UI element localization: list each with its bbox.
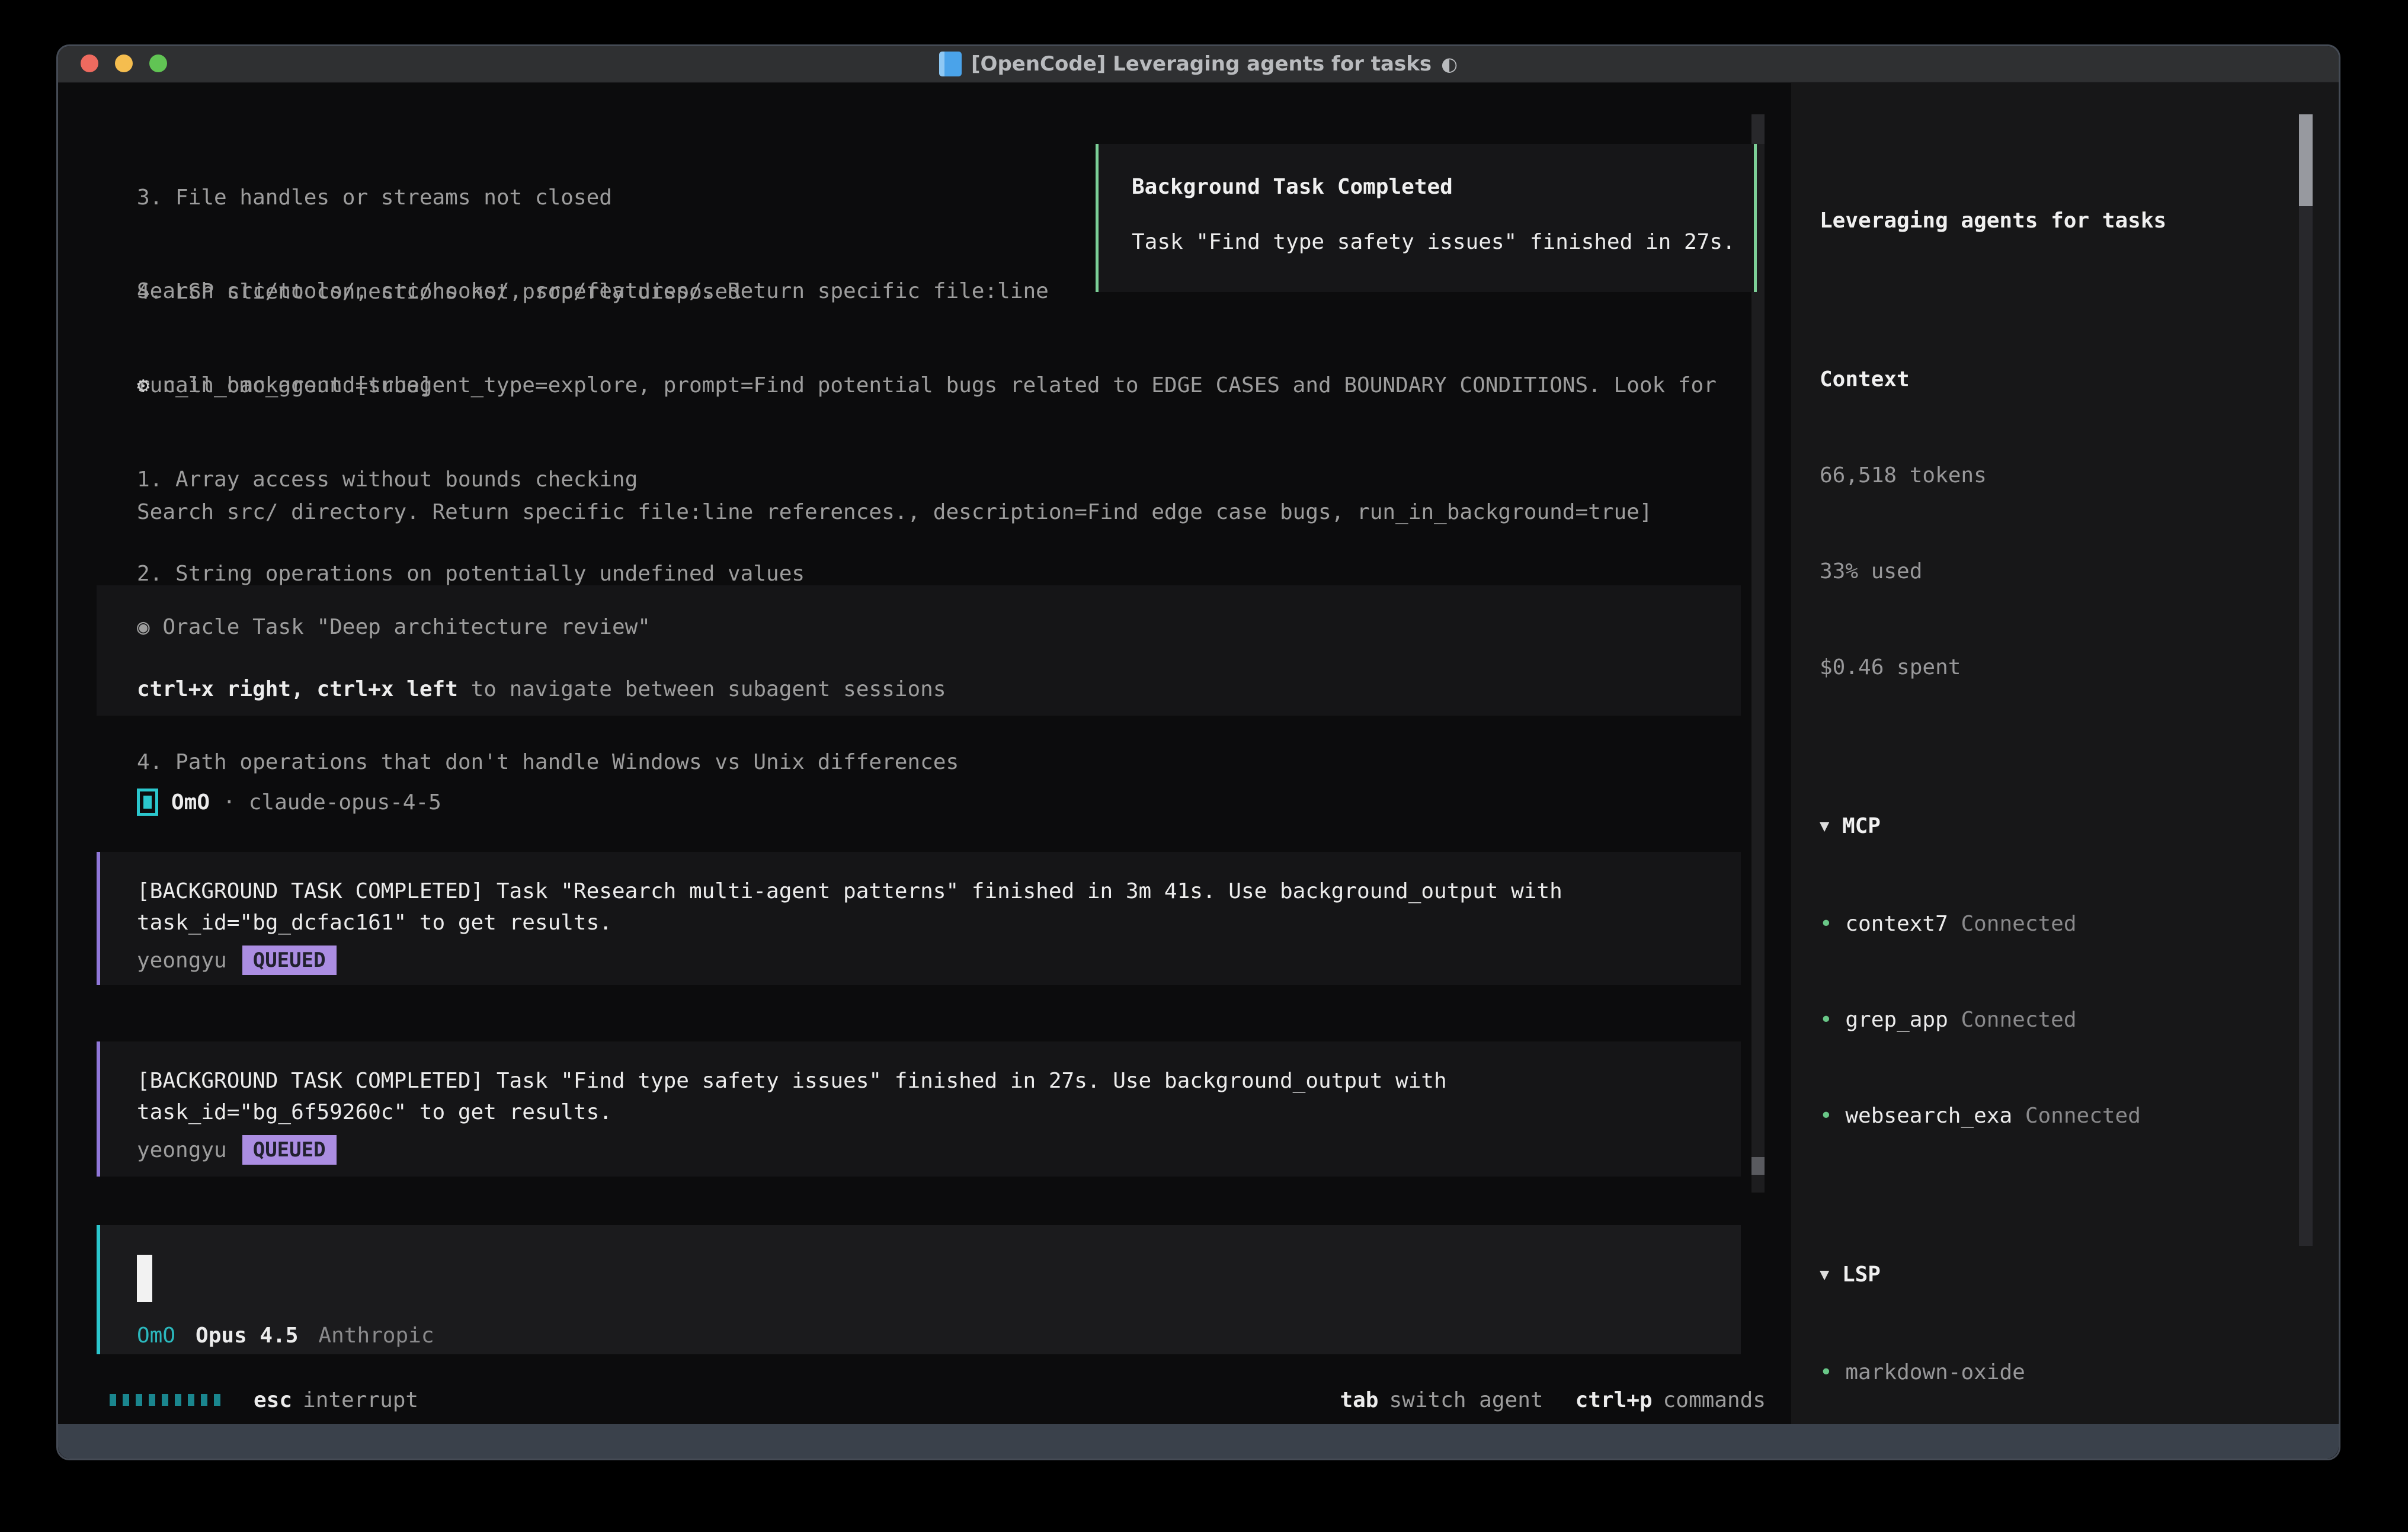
status-bar: esc interrupt tab switch agent ctrl+p co… xyxy=(110,1386,1766,1414)
record-icon: ◉ xyxy=(137,615,150,639)
bullet-icon: • xyxy=(1820,912,1833,936)
background-task-message: [BACKGROUND TASK COMPLETED] Task "Find t… xyxy=(97,1041,1741,1177)
window-title-text: [OpenCode] Leveraging agents for tasks xyxy=(971,52,1432,76)
transcript-line: 3. File handles or streams not closed xyxy=(137,182,741,213)
agent-header-row: OmO · claude-opus-4-5 xyxy=(137,789,441,816)
transcript-line: Search src/tools/, src/hooks/, src/featu… xyxy=(137,275,1049,307)
collapse-triangle-icon: ▼ xyxy=(1820,810,1829,842)
session-title: Leveraging agents for tasks xyxy=(1820,205,2311,237)
window-bottom-edge xyxy=(58,1424,2339,1459)
mcp-section-header[interactable]: ▼ MCP xyxy=(1820,810,2311,844)
sidebar-scrollbar-thumb[interactable] xyxy=(2299,114,2313,206)
mcp-item: • context7 Connected xyxy=(1820,908,2311,940)
lsp-item: • markdown-oxide xyxy=(1820,1357,2311,1389)
app-window: [OpenCode] Leveraging agents for tasks ◐… xyxy=(56,44,2340,1460)
prompt-input[interactable]: OmO Opus 4.5 Anthropic xyxy=(97,1225,1741,1354)
background-task-message: [BACKGROUND TASK COMPLETED] Task "Resear… xyxy=(97,852,1741,985)
shortcut-ctrl-x-right: ctrl+x right, xyxy=(137,677,304,701)
tool-call-item: 1. Array access without bounds checking xyxy=(137,464,1717,495)
window-title: [OpenCode] Leveraging agents for tasks ◐ xyxy=(939,52,1458,76)
task-message-line: [BACKGROUND TASK COMPLETED] Task "Resear… xyxy=(137,876,1741,907)
context-tokens: 66,518 tokens xyxy=(1820,460,2311,492)
esc-key-label: interrupt xyxy=(303,1388,418,1412)
tool-call-block: ⚙ call_omo_agent [subagent_type=explore,… xyxy=(137,307,1717,841)
task-message-line: [BACKGROUND TASK COMPLETED] Task "Find t… xyxy=(137,1065,1741,1097)
oracle-hint-text: to navigate between subagent sessions xyxy=(471,677,946,701)
input-agent-name[interactable]: OmO xyxy=(137,1323,175,1348)
session-sidebar: Leveraging agents for tasks Context 66,5… xyxy=(1791,83,2339,1427)
context-used: 33% used xyxy=(1820,556,2311,588)
bullet-icon: • xyxy=(1820,1008,1833,1032)
ctrl-p-key-hint[interactable]: ctrl+p xyxy=(1576,1388,1653,1412)
bullet-icon: • xyxy=(1820,1360,1833,1384)
context-spent: $0.46 spent xyxy=(1820,652,2311,684)
task-message-line: task_id="bg_6f59260c" to get results. xyxy=(137,1097,1741,1128)
esc-key-hint[interactable]: esc xyxy=(254,1388,292,1412)
tab-key-hint[interactable]: tab xyxy=(1340,1388,1378,1412)
context-heading: Context xyxy=(1820,364,2311,396)
agent-name: OmO xyxy=(171,790,210,815)
background-task-toast[interactable]: Background Task Completed Task "Find typ… xyxy=(1096,144,1757,292)
task-message-meta: yeongyu QUEUED xyxy=(137,946,1741,975)
chat-scrollbar-thumb[interactable] xyxy=(1751,1157,1765,1175)
separator-dot: · xyxy=(223,790,236,815)
toast-body: Task "Find type safety issues" finished … xyxy=(1132,230,1754,254)
agent-model: claude-opus-4-5 xyxy=(249,790,441,815)
task-user: yeongyu xyxy=(137,948,227,973)
mcp-item: • websearch_exa Connected xyxy=(1820,1100,2311,1132)
zoom-window-button[interactable] xyxy=(149,55,167,72)
input-provider-name: Anthropic xyxy=(318,1323,434,1348)
spinner-dots-icon xyxy=(110,1394,220,1406)
traffic-lights xyxy=(81,55,167,72)
close-window-button[interactable] xyxy=(81,55,98,72)
chat-scrollbar-top-segment[interactable] xyxy=(1751,114,1765,144)
tool-call-footer: Search src/ directory. Return specific f… xyxy=(137,496,1653,528)
toast-title: Background Task Completed xyxy=(1132,175,1754,199)
text-cursor xyxy=(137,1255,152,1302)
tool-call-header: ⚙ call_omo_agent [subagent_type=explore,… xyxy=(137,370,1717,401)
oracle-title-row: ◉ Oracle Task "Deep architecture review" xyxy=(137,611,1741,643)
oracle-title: Oracle Task "Deep architecture review" xyxy=(162,615,651,639)
tool-call-item: 4. Path operations that don't handle Win… xyxy=(137,746,1717,778)
titlebar: [OpenCode] Leveraging agents for tasks ◐ xyxy=(58,46,2339,83)
folder-icon xyxy=(939,52,962,76)
moon-icon: ◐ xyxy=(1441,53,1458,75)
collapse-triangle-icon: ▼ xyxy=(1820,1259,1829,1291)
input-model-name[interactable]: Opus 4.5 xyxy=(196,1323,298,1348)
tab-key-label: switch agent xyxy=(1389,1388,1543,1412)
task-message-line: task_id="bg_dcfac161" to get results. xyxy=(137,907,1741,938)
task-user: yeongyu xyxy=(137,1138,227,1162)
oracle-hint-row: ctrl+x right, ctrl+x left to navigate be… xyxy=(137,674,1741,705)
lsp-section-header[interactable]: ▼ LSP xyxy=(1820,1259,2311,1293)
input-meta-row: OmO Opus 4.5 Anthropic xyxy=(137,1323,434,1348)
minimize-window-button[interactable] xyxy=(115,55,133,72)
sidebar-scrollbar-track[interactable] xyxy=(2299,206,2313,1246)
status-badge: QUEUED xyxy=(242,1135,337,1165)
shortcut-ctrl-x-left: ctrl+x left xyxy=(316,677,457,701)
oracle-session-card[interactable]: ◉ Oracle Task "Deep architecture review"… xyxy=(97,585,1741,716)
status-badge: QUEUED xyxy=(242,946,337,975)
mcp-item: • grep_app Connected xyxy=(1820,1004,2311,1036)
omo-agent-icon xyxy=(137,789,158,816)
gear-icon: ⚙ xyxy=(137,373,150,398)
status-bar-right: tab switch agent ctrl+p commands xyxy=(1340,1388,1766,1412)
bullet-icon: • xyxy=(1820,1104,1833,1128)
tool-call-text: call_omo_agent [subagent_type=explore, p… xyxy=(162,373,1717,398)
ctrl-p-key-label: commands xyxy=(1663,1388,1766,1412)
task-message-meta: yeongyu QUEUED xyxy=(137,1135,1741,1165)
